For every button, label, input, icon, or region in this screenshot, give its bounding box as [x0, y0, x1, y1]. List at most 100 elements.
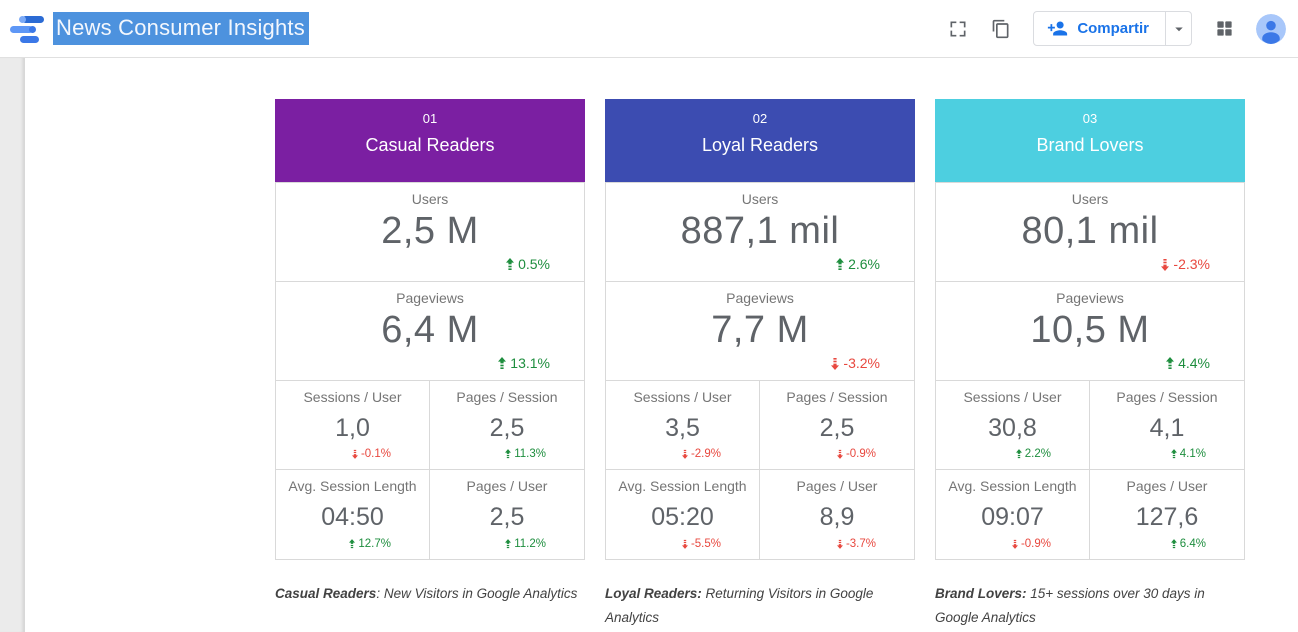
segment-card-casual-readers: 01 Casual Readers Users 2,5 M 0.5% Pagev… [275, 99, 585, 606]
card-number: 02 [605, 99, 915, 126]
scorecard-avg-session-length: Avg. Session Length 05:20 -5.5% [606, 470, 760, 559]
metric-change: 4.4% [1166, 355, 1210, 371]
scorecard-users: Users 80,1 mil -2.3% [936, 183, 1244, 281]
metric-change: 2.2% [1016, 448, 1051, 460]
metric-label: Users [606, 183, 914, 207]
metric-change-text: -5.5% [691, 538, 721, 550]
card-body: Users 887,1 mil 2.6% Pageviews 7,7 M -3.… [605, 182, 915, 560]
trend-arrow-icon [1166, 357, 1174, 370]
metric-change-text: 12.7% [358, 538, 391, 550]
metric-change: -3.2% [831, 355, 880, 371]
metric-label: Sessions / User [936, 381, 1089, 405]
share-button[interactable]: Compartir [1034, 12, 1165, 45]
metric-label: Pages / User [760, 470, 914, 494]
data-studio-logo-icon[interactable] [10, 14, 44, 44]
metric-value: 2,5 [430, 414, 584, 443]
metric-change: -5.5% [682, 538, 721, 550]
card-header: 02 Loyal Readers [605, 99, 915, 182]
metric-change: 13.1% [498, 355, 550, 371]
scorecard-pageviews: Pageviews 10,5 M 4.4% [936, 281, 1244, 380]
metric-change-text: -2.9% [691, 448, 721, 460]
metric-value: 09:07 [936, 503, 1089, 532]
scorecard-avg-session-length: Avg. Session Length 09:07 -0.9% [936, 470, 1090, 559]
metric-label: Sessions / User [606, 381, 759, 405]
trend-arrow-icon [837, 539, 843, 549]
copy-pages-icon[interactable] [990, 18, 1012, 40]
metric-change-text: -2.3% [1173, 256, 1210, 272]
trend-arrow-icon [352, 449, 358, 459]
segment-footnote: Casual Readers: New Visitors in Google A… [275, 582, 585, 606]
footnote-term: Casual Readers [275, 586, 376, 601]
trend-arrow-icon [1171, 539, 1177, 549]
trend-arrow-icon [349, 539, 355, 549]
fullscreen-icon[interactable] [947, 18, 969, 40]
trend-arrow-icon [505, 539, 511, 549]
footnote-term: Loyal Readers: [605, 586, 702, 601]
metric-value: 8,9 [760, 503, 914, 532]
report-title[interactable]: News Consumer Insights [53, 12, 309, 45]
metric-label: Pages / User [1090, 470, 1244, 494]
scorecard-users: Users 887,1 mil 2.6% [606, 183, 914, 281]
apps-grid-icon[interactable] [1213, 18, 1235, 40]
metric-change: 4.1% [1171, 448, 1206, 460]
card-header: 03 Brand Lovers [935, 99, 1245, 182]
share-button-group: Compartir [1033, 11, 1192, 46]
metric-change: 11.2% [505, 538, 546, 550]
segment-footnote: Loyal Readers: Returning Visitors in Goo… [605, 582, 915, 630]
app-bar: News Consumer Insights Compartir [0, 0, 1298, 58]
metric-value: 1,0 [276, 414, 429, 443]
metric-row: Sessions / User 1,0 -0.1% Pages / Sessio… [276, 380, 584, 469]
scorecard-sessions-per-user: Sessions / User 1,0 -0.1% [276, 381, 430, 469]
card-header: 01 Casual Readers [275, 99, 585, 182]
trend-arrow-icon [837, 449, 843, 459]
metric-label: Pageviews [276, 282, 584, 306]
metric-value: 30,8 [936, 414, 1089, 443]
card-number: 03 [935, 99, 1245, 126]
metric-row: Sessions / User 3,5 -2.9% Pages / Sessio… [606, 380, 914, 469]
metric-change-text: 11.2% [514, 538, 546, 550]
trend-arrow-icon [506, 258, 514, 271]
scorecard-pages-per-session: Pages / Session 2,5 -0.9% [760, 381, 914, 469]
metric-row: Avg. Session Length 04:50 12.7% Pages / … [276, 469, 584, 559]
metric-value: 04:50 [276, 503, 429, 532]
segment-card-brand-lovers: 03 Brand Lovers Users 80,1 mil -2.3% Pag… [935, 99, 1245, 630]
trend-arrow-icon [1012, 539, 1018, 549]
metric-change: 2.6% [836, 256, 880, 272]
share-button-label: Compartir [1077, 20, 1149, 37]
metric-label: Pages / Session [430, 381, 584, 405]
trend-arrow-icon [1171, 449, 1177, 459]
metric-value: 2,5 [760, 414, 914, 443]
metric-change-text: -0.9% [846, 448, 876, 460]
metric-label: Pages / Session [760, 381, 914, 405]
trend-arrow-icon [836, 258, 844, 271]
card-body: Users 80,1 mil -2.3% Pageviews 10,5 M 4.… [935, 182, 1245, 560]
metric-change: 0.5% [506, 256, 550, 272]
metric-value: 3,5 [606, 414, 759, 443]
trend-arrow-icon [682, 449, 688, 459]
metric-change-text: -0.1% [361, 448, 391, 460]
trend-arrow-icon [1161, 258, 1169, 271]
scorecard-pages-per-session: Pages / Session 2,5 11.3% [430, 381, 584, 469]
metric-label: Avg. Session Length [276, 470, 429, 494]
metric-label: Pageviews [606, 282, 914, 306]
metric-change-text: 2.6% [848, 256, 880, 272]
metric-change: -0.9% [1012, 538, 1051, 550]
card-title: Brand Lovers [935, 126, 1245, 156]
scorecard-users: Users 2,5 M 0.5% [276, 183, 584, 281]
card-number: 01 [275, 99, 585, 126]
share-dropdown-button[interactable] [1165, 12, 1191, 45]
metric-change: 12.7% [349, 538, 391, 550]
scorecard-sessions-per-user: Sessions / User 3,5 -2.9% [606, 381, 760, 469]
metric-change: 11.3% [505, 448, 546, 460]
metric-change-text: 4.4% [1178, 355, 1210, 371]
metric-label: Users [936, 183, 1244, 207]
metric-change-text: 4.1% [1180, 448, 1206, 460]
user-avatar[interactable] [1256, 14, 1286, 44]
metric-change: -0.1% [352, 448, 391, 460]
metric-value: 80,1 mil [936, 210, 1244, 253]
metric-value: 6,4 M [276, 309, 584, 352]
trend-arrow-icon [505, 449, 511, 459]
report-canvas: 01 Casual Readers Users 2,5 M 0.5% Pagev… [0, 58, 1298, 632]
scorecard-pages-per-user: Pages / User 2,5 11.2% [430, 470, 584, 559]
metric-label: Pages / User [430, 470, 584, 494]
